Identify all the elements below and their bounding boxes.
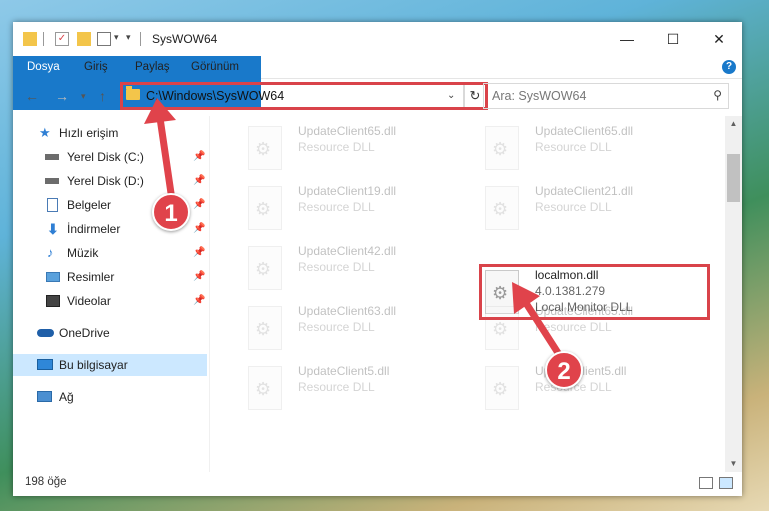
arrow-2-line bbox=[520, 296, 564, 360]
step-1-badge: 1 bbox=[152, 193, 190, 231]
annotation-arrows bbox=[144, 98, 564, 360]
arrow-1-head bbox=[144, 98, 176, 124]
arrow-1-line bbox=[156, 114, 176, 204]
step-2-badge: 2 bbox=[545, 351, 583, 389]
